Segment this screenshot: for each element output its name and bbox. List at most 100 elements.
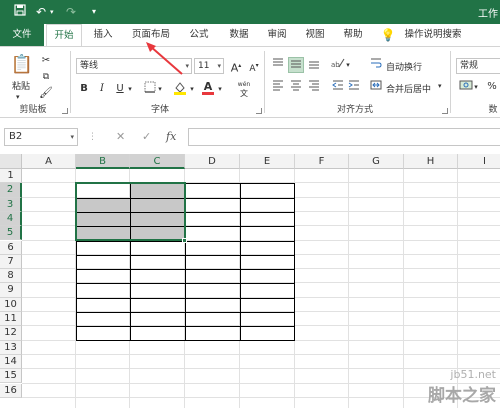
- name-box[interactable]: B2 ▾: [4, 128, 78, 146]
- row-header-10[interactable]: 10: [0, 297, 22, 312]
- column-header-c[interactable]: C: [130, 154, 185, 169]
- bold-button[interactable]: B: [76, 81, 92, 97]
- title-bar: ↶ ▾ ↷ ▾ 工作: [0, 0, 500, 24]
- row-header-2[interactable]: 2: [0, 183, 22, 198]
- watermark: jb51.net 脚本之家: [428, 368, 496, 406]
- row-header-1[interactable]: 1: [0, 169, 22, 184]
- gridline: [22, 353, 500, 355]
- ribbon-tabs: 文件 开始 插入 页面布局 公式 数据 审阅 视图 帮助 💡 操作说明搜索: [0, 24, 500, 47]
- paste-button[interactable]: 粘贴: [12, 79, 30, 92]
- row-header-3[interactable]: 3: [0, 197, 22, 212]
- font-launcher-icon[interactable]: [256, 108, 262, 114]
- formula-bar-grip-icon: ⋮: [88, 132, 97, 142]
- merge-center-icon[interactable]: [368, 79, 384, 95]
- formula-input[interactable]: [188, 128, 500, 146]
- font-name-value: 等线: [80, 61, 99, 71]
- redo-icon[interactable]: ↷: [66, 4, 76, 20]
- tab-help[interactable]: 帮助: [336, 24, 370, 46]
- font-color-button[interactable]: A: [200, 79, 216, 95]
- insert-function-icon[interactable]: fx: [166, 128, 176, 146]
- borders-dropdown-icon[interactable]: ▾: [156, 81, 164, 97]
- group-separator: [450, 51, 451, 113]
- undo-dropdown-icon[interactable]: ▾: [50, 4, 54, 20]
- phonetic-glyph: 文: [240, 89, 248, 98]
- enter-icon[interactable]: ✓: [142, 128, 151, 146]
- align-middle-icon[interactable]: [288, 57, 304, 73]
- align-right-icon[interactable]: [306, 79, 322, 95]
- row-header-14[interactable]: 14: [0, 354, 22, 370]
- tab-insert[interactable]: 插入: [86, 24, 120, 46]
- underline-dropdown-icon[interactable]: ▾: [126, 81, 134, 97]
- copy-icon[interactable]: ⧉: [38, 69, 54, 85]
- font-group-label: 字体: [150, 105, 169, 115]
- column-header-a[interactable]: A: [22, 154, 76, 169]
- ribbon-home: 📋 粘贴 ▾ ✂ ⧉ 🖌 剪贴板 等线 ▾ 11 ▾ A▴ A▾ B I U ▾…: [0, 46, 500, 118]
- currency-dropdown-icon[interactable]: ▾: [472, 79, 480, 95]
- watermark-logo-text: 脚本之家: [428, 386, 496, 406]
- select-all-corner[interactable]: [0, 154, 22, 169]
- row-header-16[interactable]: 16: [0, 383, 22, 398]
- row-header-12[interactable]: 12: [0, 326, 22, 341]
- paste-dropdown-icon[interactable]: ▾: [16, 93, 20, 101]
- clipboard-launcher-icon[interactable]: [62, 108, 68, 114]
- tab-home[interactable]: 开始: [46, 24, 82, 47]
- align-top-icon[interactable]: [270, 57, 286, 73]
- cancel-icon[interactable]: ✕: [116, 128, 125, 146]
- paste-icon[interactable]: 📋: [10, 53, 34, 77]
- wrap-text-icon[interactable]: [368, 57, 384, 73]
- merge-center-button[interactable]: 合并后居中: [386, 82, 431, 95]
- tab-review[interactable]: 审阅: [260, 24, 294, 46]
- grow-font-button[interactable]: A▴: [228, 58, 244, 75]
- tell-me-search[interactable]: 操作说明搜索: [400, 24, 466, 46]
- column-header-f[interactable]: F: [295, 154, 349, 169]
- wrap-text-button[interactable]: 自动换行: [386, 60, 422, 73]
- font-color-dropdown-icon[interactable]: ▾: [216, 81, 224, 97]
- fill-color-icon[interactable]: [172, 81, 188, 97]
- column-header-g[interactable]: G: [349, 154, 404, 169]
- shrink-font-button[interactable]: A▾: [246, 58, 262, 74]
- row-header-9[interactable]: 9: [0, 283, 22, 298]
- row-header-8[interactable]: 8: [0, 269, 22, 284]
- column-header-b[interactable]: B: [76, 154, 130, 169]
- phonetic-label: wén: [237, 81, 251, 88]
- decrease-indent-icon[interactable]: [330, 79, 346, 95]
- tab-file[interactable]: 文件: [0, 24, 44, 46]
- column-header-e[interactable]: E: [240, 154, 295, 169]
- fill-handle[interactable]: [182, 237, 187, 243]
- phonetic-button[interactable]: wén 文: [234, 79, 254, 98]
- merge-dropdown-icon[interactable]: ▾: [438, 82, 442, 90]
- alignment-launcher-icon[interactable]: [442, 108, 448, 114]
- table-border: [240, 183, 241, 341]
- row-header-15[interactable]: 15: [0, 369, 22, 384]
- percent-icon[interactable]: %: [484, 79, 500, 95]
- format-painter-icon[interactable]: 🖌: [38, 85, 54, 101]
- table-border: [76, 283, 295, 285]
- align-left-icon[interactable]: [270, 79, 286, 95]
- number-format-combo[interactable]: 常规: [456, 58, 500, 74]
- worksheet-grid[interactable]: A B C D E F G H I 1 2 3 4 5 6 7 8 9 10 11 12 13 14 15 16: [0, 154, 500, 408]
- save-icon[interactable]: [14, 4, 26, 20]
- row-header-13[interactable]: 13: [0, 340, 22, 355]
- row-header-4[interactable]: 4: [0, 211, 22, 227]
- fill-color-dropdown-icon[interactable]: ▾: [188, 81, 196, 97]
- tab-view[interactable]: 视图: [298, 24, 332, 46]
- row-header-6[interactable]: 6: [0, 240, 22, 255]
- svg-text:ab: ab: [331, 61, 340, 69]
- table-border: [76, 297, 295, 299]
- customize-qat-icon[interactable]: ▾: [92, 4, 96, 20]
- orientation-dropdown-icon[interactable]: ▾: [344, 57, 352, 73]
- column-header-i[interactable]: I: [458, 154, 500, 169]
- column-header-h[interactable]: H: [404, 154, 458, 169]
- undo-icon[interactable]: ↶: [36, 4, 46, 20]
- lightbulb-icon[interactable]: 💡: [380, 24, 396, 46]
- increase-indent-icon[interactable]: [346, 79, 362, 95]
- align-center-icon[interactable]: [288, 79, 304, 95]
- row-header-7[interactable]: 7: [0, 254, 22, 270]
- row-header-11[interactable]: 11: [0, 312, 22, 327]
- italic-button[interactable]: I: [94, 81, 110, 97]
- row-header-5[interactable]: 5: [0, 226, 22, 241]
- align-bottom-icon[interactable]: [306, 57, 322, 73]
- tab-data[interactable]: 数据: [222, 24, 256, 46]
- column-header-d[interactable]: D: [185, 154, 240, 169]
- cut-icon[interactable]: ✂: [38, 53, 54, 69]
